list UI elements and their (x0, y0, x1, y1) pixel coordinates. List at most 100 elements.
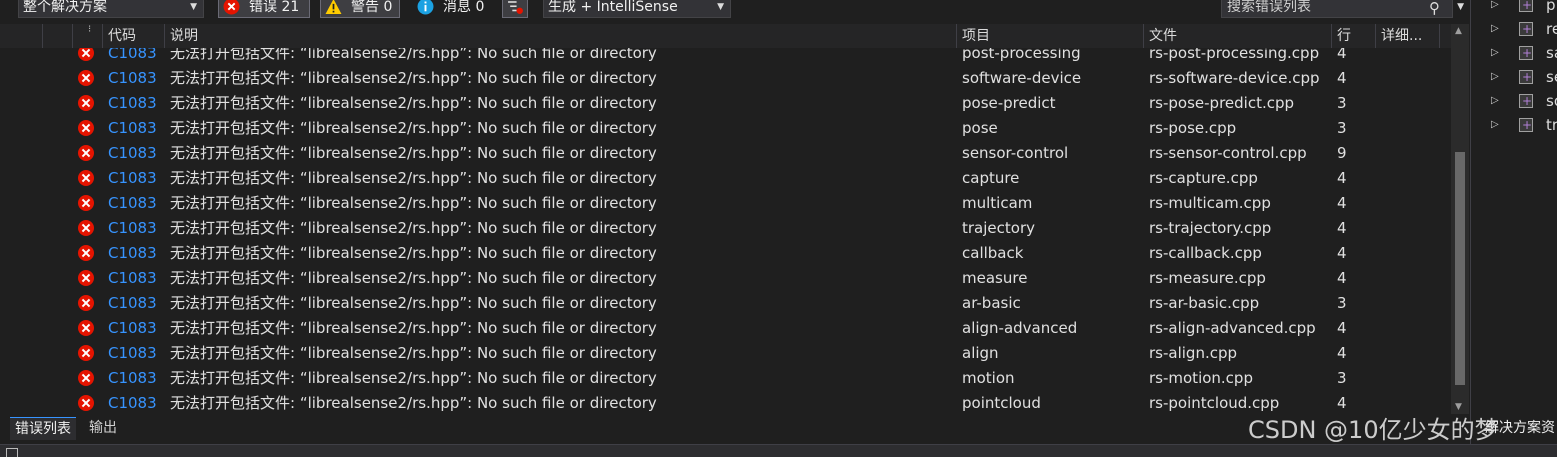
chevron-down-icon: ▼ (717, 2, 724, 12)
error-description: 无法打开包括文件: “librealsense2/rs.hpp”: No suc… (170, 169, 657, 187)
error-project: pointcloud (962, 394, 1041, 412)
column-header-end (1439, 24, 1451, 48)
table-row[interactable]: C1083 无法打开包括文件: “librealsense2/rs.hpp”: N… (0, 266, 1451, 291)
solution-explorer-item[interactable]: ▷ sa (1471, 41, 1557, 65)
column-header-project[interactable]: 项目 (956, 24, 1143, 48)
error-code-link[interactable]: C1083 (108, 166, 164, 191)
error-description: 无法打开包括文件: “librealsense2/rs.hpp”: No suc… (170, 394, 657, 412)
solution-explorer-item[interactable]: ▷ re (1471, 17, 1557, 41)
error-project: pose (962, 119, 998, 137)
column-header-code[interactable]: 代码 (102, 24, 164, 48)
error-description: 无法打开包括文件: “librealsense2/rs.hpp”: No suc… (170, 369, 657, 387)
error-line: 4 (1337, 244, 1347, 262)
error-code-link[interactable]: C1083 (108, 241, 164, 266)
table-row[interactable]: C1083 无法打开包括文件: “librealsense2/rs.hpp”: N… (0, 366, 1451, 391)
search-icon[interactable]: ⚲ (1429, 0, 1440, 18)
error-project: ar-basic (962, 294, 1021, 312)
checkbox-icon[interactable] (6, 448, 18, 457)
vertical-scrollbar[interactable]: ▲ ▼ (1451, 24, 1469, 414)
errors-filter-button[interactable]: 错误 21 (218, 0, 310, 18)
expand-arrow-icon[interactable]: ▷ (1491, 89, 1499, 113)
expand-arrow-icon[interactable]: ▷ (1491, 113, 1499, 137)
error-file: rs-ar-basic.cpp (1149, 294, 1260, 312)
column-header-line[interactable]: 行 (1331, 24, 1375, 48)
table-row[interactable]: C1083 无法打开包括文件: “librealsense2/rs.hpp”: N… (0, 316, 1451, 341)
table-row[interactable]: C1083 无法打开包括文件: “librealsense2/rs.hpp”: N… (0, 391, 1451, 414)
scope-dropdown[interactable]: 整个解决方案 ▼ (18, 0, 204, 18)
search-input[interactable]: 搜索错误列表 ⚲ ▼ (1221, 0, 1464, 18)
column-header-description[interactable]: 说明 (164, 24, 956, 48)
filter-toggle-button[interactable] (502, 0, 528, 18)
error-code-link[interactable]: C1083 (108, 291, 164, 316)
error-code-link[interactable]: C1083 (108, 91, 164, 116)
error-code-link[interactable]: C1083 (108, 141, 164, 166)
errors-filter-label: 错误 21 (249, 0, 300, 15)
error-icon (78, 316, 96, 341)
solution-explorer-item[interactable]: ▷p (1471, 0, 1557, 17)
error-project: align (962, 344, 999, 362)
column-header-icon[interactable]: ⁝ (72, 24, 102, 48)
build-source-dropdown[interactable]: 生成 + IntelliSense ▼ (543, 0, 731, 18)
error-code-link[interactable]: C1083 (108, 391, 164, 414)
solution-explorer-item[interactable]: ▷ tr (1471, 113, 1557, 137)
error-code-link[interactable]: C1083 (108, 116, 164, 141)
expand-arrow-icon[interactable]: ▷ (1491, 17, 1499, 41)
column-header-file[interactable]: 文件 (1143, 24, 1331, 48)
error-code-link[interactable]: C1083 (108, 366, 164, 391)
column-header-details[interactable]: 详细... (1375, 24, 1439, 48)
error-project: sensor-control (962, 144, 1069, 162)
tab-output[interactable]: 输出 (84, 417, 122, 439)
error-line: 4 (1337, 219, 1347, 237)
messages-filter-label: 消息 0 (443, 0, 485, 15)
messages-filter-button[interactable]: 消息 0 (412, 0, 492, 18)
solution-explorer-item[interactable]: ▷ so (1471, 89, 1557, 113)
error-code-link[interactable]: C1083 (108, 341, 164, 366)
table-row[interactable]: C1083 无法打开包括文件: “librealsense2/rs.hpp”: N… (0, 216, 1451, 241)
error-icon (78, 66, 96, 91)
error-description: 无法打开包括文件: “librealsense2/rs.hpp”: No suc… (170, 319, 657, 337)
table-row[interactable]: C1083 无法打开包括文件: “librealsense2/rs.hpp”: N… (0, 191, 1451, 216)
error-code-link[interactable]: C1083 (108, 191, 164, 216)
error-description: 无法打开包括文件: “librealsense2/rs.hpp”: No suc… (170, 219, 657, 237)
error-icon (78, 291, 96, 316)
tab-error-list[interactable]: 错误列表 (10, 417, 76, 440)
table-row[interactable]: C1083 无法打开包括文件: “librealsense2/rs.hpp”: N… (0, 341, 1451, 366)
table-row[interactable]: C1083 无法打开包括文件: “librealsense2/rs.hpp”: N… (0, 141, 1451, 166)
table-row[interactable]: C1083 无法打开包括文件: “librealsense2/rs.hpp”: N… (0, 91, 1451, 116)
project-icon (1519, 41, 1533, 65)
status-strip (0, 444, 1557, 457)
table-row[interactable]: C1083 无法打开包括文件: “librealsense2/rs.hpp”: N… (0, 241, 1451, 266)
scroll-up-icon[interactable]: ▲ (1455, 26, 1462, 36)
error-project: motion (962, 369, 1015, 387)
error-project: align-advanced (962, 319, 1078, 337)
error-file: rs-sensor-control.cpp (1149, 144, 1307, 162)
error-file: rs-measure.cpp (1149, 269, 1266, 287)
error-code-link[interactable]: C1083 (108, 316, 164, 341)
chevron-down-icon[interactable]: ▼ (1457, 0, 1464, 17)
error-line: 4 (1337, 269, 1347, 287)
error-icon (78, 341, 96, 366)
solution-explorer-item[interactable]: ▷ se (1471, 65, 1557, 89)
warnings-filter-button[interactable]: 警告 0 (320, 0, 400, 18)
error-code-link[interactable]: C1083 (108, 216, 164, 241)
error-file: rs-pose.cpp (1149, 119, 1237, 137)
expand-arrow-icon[interactable]: ▷ (1491, 41, 1499, 65)
table-row[interactable]: C1083 无法打开包括文件: “librealsense2/rs.hpp”: N… (0, 166, 1451, 191)
error-file: rs-pose-predict.cpp (1149, 94, 1295, 112)
error-code-link[interactable]: C1083 (108, 266, 164, 291)
table-row[interactable]: C1083 无法打开包括文件: “librealsense2/rs.hpp”: N… (0, 291, 1451, 316)
error-description: 无法打开包括文件: “librealsense2/rs.hpp”: No suc… (170, 294, 657, 312)
expand-arrow-icon[interactable]: ▷ (1491, 65, 1499, 89)
project-icon (1519, 113, 1533, 137)
error-project: trajectory (962, 219, 1035, 237)
error-project: measure (962, 269, 1028, 287)
table-row[interactable]: C1083 无法打开包括文件: “librealsense2/rs.hpp”: N… (0, 66, 1451, 91)
error-code-link[interactable]: C1083 (108, 66, 164, 91)
error-icon (78, 166, 96, 191)
table-row[interactable]: C1083 无法打开包括文件: “librealsense2/rs.hpp”: N… (0, 116, 1451, 141)
project-icon (1519, 0, 1533, 17)
solution-explorer-item-label: p (1546, 0, 1556, 14)
expand-arrow-icon[interactable]: ▷ (1491, 0, 1499, 17)
scrollbar-thumb[interactable] (1455, 152, 1465, 385)
filter-icon (508, 1, 523, 14)
